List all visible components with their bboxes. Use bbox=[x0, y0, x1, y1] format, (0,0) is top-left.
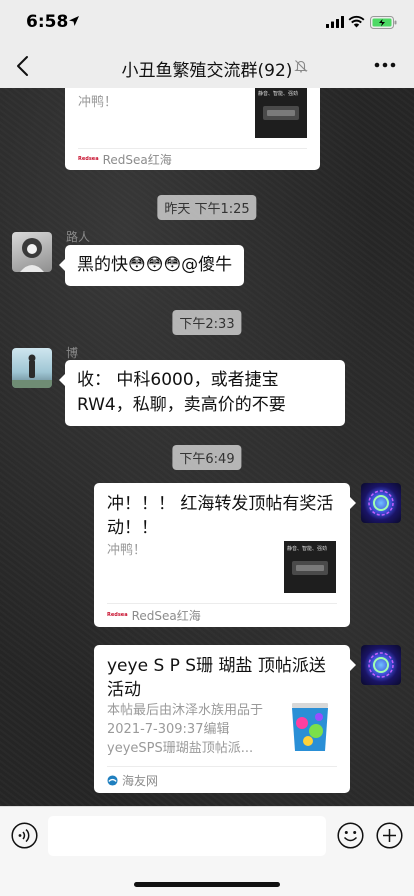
redsea-logo: Redsea bbox=[107, 611, 128, 618]
message-input[interactable] bbox=[48, 816, 326, 856]
avatar[interactable] bbox=[361, 483, 401, 523]
avatar[interactable] bbox=[12, 232, 52, 272]
card-divider bbox=[107, 766, 337, 767]
card-source-label: 海友网 bbox=[122, 774, 159, 788]
haiyou-logo bbox=[107, 775, 118, 786]
card-description: 冲鸭！ bbox=[107, 543, 147, 558]
sender-name: 博 bbox=[66, 346, 79, 360]
card-title: yeye S P S珊 瑚盐 顶帖派送活动 bbox=[107, 656, 326, 700]
card-thumbnail: 静音、智能、强劲 bbox=[284, 541, 336, 593]
mute-icon bbox=[294, 60, 308, 73]
voice-icon[interactable] bbox=[11, 822, 38, 849]
thumb-caption: 静音、智能、强劲 bbox=[287, 546, 328, 552]
avatar[interactable] bbox=[361, 645, 401, 685]
timestamp: 下午6:49 bbox=[172, 445, 242, 470]
sender-name: 路人 bbox=[66, 230, 91, 244]
nav-bar: 小丑鱼繁殖交流群(92) bbox=[0, 44, 414, 88]
emoji-icon[interactable] bbox=[337, 822, 364, 849]
plus-icon[interactable] bbox=[376, 822, 403, 849]
chat-title: 小丑鱼繁殖交流群(92) bbox=[121, 61, 293, 81]
link-card[interactable]: yeye S P S珊 瑚盐 顶帖派送活动 本帖最后由沐泽水族用品于2021-7… bbox=[94, 645, 356, 793]
card-title: 冲！！！ 红海转发顶帖有奖活动！！ bbox=[107, 494, 334, 538]
card-source-label: RedSea红海 bbox=[131, 609, 201, 623]
timestamp: 昨天 下午1:25 bbox=[157, 195, 257, 220]
message-bubble[interactable]: 黑的快😳😳😳@傻牛 bbox=[58, 245, 245, 286]
message-bubble[interactable]: 收： 中科6000，或者捷宝RW4，私聊，卖高价的不要 bbox=[59, 360, 345, 426]
card-source: 海友网 bbox=[107, 772, 158, 789]
card-thumbnail bbox=[288, 701, 332, 753]
link-card[interactable]: 冲鸭！ 静音、智能、强劲 Redsea RedSea红海 bbox=[65, 88, 320, 170]
status-time: 6:58 bbox=[26, 12, 69, 32]
link-card[interactable]: 冲！！！ 红海转发顶帖有奖活动！！ 冲鸭！ 静音、智能、强劲 Redsea Re… bbox=[94, 483, 356, 627]
card-description: 冲鸭！ bbox=[78, 95, 118, 110]
more-icon[interactable] bbox=[374, 62, 396, 68]
card-source: Redsea RedSea红海 bbox=[107, 607, 201, 624]
card-divider bbox=[78, 148, 307, 149]
card-source: Redsea RedSea红海 bbox=[78, 151, 172, 168]
avatar[interactable] bbox=[12, 348, 52, 388]
status-bar: 6:58 bbox=[0, 0, 414, 44]
timestamp: 下午2:33 bbox=[172, 310, 242, 335]
home-indicator bbox=[134, 882, 280, 887]
signal-icon bbox=[326, 16, 344, 28]
wifi-icon bbox=[348, 15, 365, 28]
card-thumbnail: 静音、智能、强劲 bbox=[255, 88, 307, 138]
card-divider bbox=[107, 603, 337, 604]
battery-icon bbox=[370, 16, 397, 29]
input-bar bbox=[0, 806, 414, 896]
location-icon bbox=[69, 16, 79, 26]
redsea-logo: Redsea bbox=[78, 155, 99, 162]
card-description: 本帖最后由沐泽水族用品于2021-7-309:37编辑 yeyeSPS珊瑚盐顶帖… bbox=[107, 703, 264, 756]
thumb-caption: 静音、智能、强劲 bbox=[258, 91, 299, 97]
card-source-label: RedSea红海 bbox=[102, 153, 172, 167]
chat-area[interactable]: 冲鸭！ 静音、智能、强劲 Redsea RedSea红海 昨天 下午1:25 路… bbox=[0, 88, 414, 806]
